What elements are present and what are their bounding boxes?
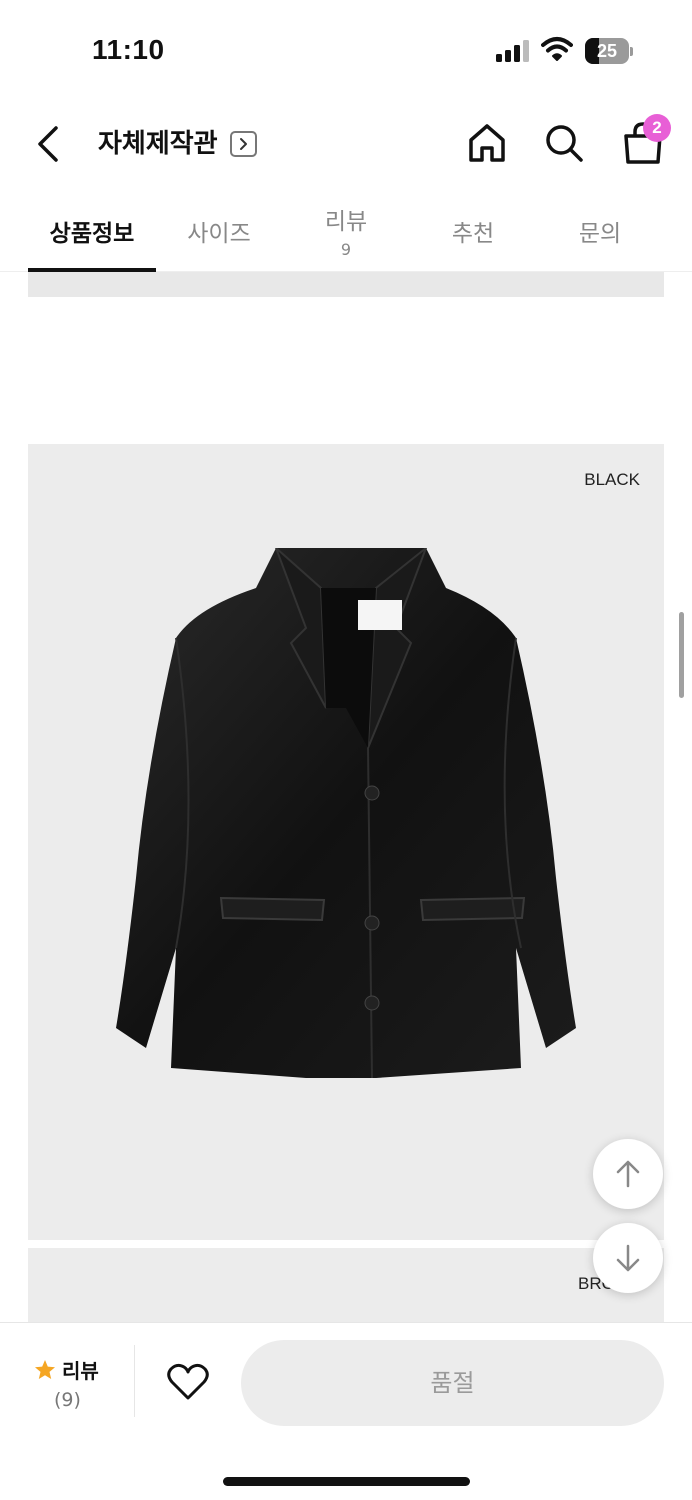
battery-level: 25 <box>596 41 618 61</box>
app-header: 자체제작관 2 <box>0 100 692 188</box>
review-label: 리뷰 <box>62 1359 99 1383</box>
home-indicator <box>223 1477 470 1486</box>
home-icon[interactable] <box>466 122 508 164</box>
arrow-up-icon <box>616 1160 640 1188</box>
bottom-action-bar: 리뷰 (9) 품절 <box>0 1322 692 1500</box>
tab-review-count: 9 <box>340 240 352 259</box>
tab-inquiry[interactable]: 문의 <box>536 188 664 272</box>
search-icon[interactable] <box>543 122 585 164</box>
tab-recommend[interactable]: 추천 <box>409 188 537 272</box>
tab-label: 문의 <box>578 221 622 247</box>
tab-review[interactable]: 리뷰 9 <box>282 188 410 272</box>
status-bar: 11:10 25 <box>0 0 692 100</box>
sold-out-button[interactable]: 품절 <box>241 1340 664 1426</box>
back-arrow-icon[interactable] <box>30 124 66 164</box>
wifi-icon <box>541 37 573 61</box>
heart-icon[interactable] <box>167 1363 209 1401</box>
review-line: 리뷰 <box>34 1355 99 1384</box>
product-detail-content[interactable]: BLACK BRO <box>0 272 692 1322</box>
store-title[interactable]: 자체제작관 <box>98 124 218 164</box>
battery-icon: 25 <box>585 38 633 64</box>
chevron-right-icon[interactable] <box>230 131 257 157</box>
tab-label: 추천 <box>451 221 495 247</box>
status-time: 11:10 <box>92 34 165 65</box>
divider <box>134 1345 135 1417</box>
scroll-to-top-button[interactable] <box>593 1139 663 1209</box>
color-label: BLACK <box>584 470 640 489</box>
arrow-down-icon <box>616 1244 640 1272</box>
signal-icon <box>496 40 532 62</box>
tab-size[interactable]: 사이즈 <box>155 188 283 272</box>
tab-product-info[interactable]: 상품정보 <box>28 188 156 272</box>
tab-label: 사이즈 <box>187 221 251 247</box>
review-count: (9) <box>54 1389 81 1411</box>
scrollbar[interactable] <box>679 612 684 698</box>
star-icon <box>35 1360 55 1379</box>
cart-count-badge: 2 <box>643 114 671 142</box>
product-image-next: BRO <box>28 1248 664 1322</box>
product-tabs: 상품정보 사이즈 리뷰 9 추천 문의 <box>0 188 692 272</box>
scroll-to-bottom-button[interactable] <box>593 1223 663 1293</box>
tab-label: 상품정보 <box>49 221 135 247</box>
product-image-black: BLACK <box>28 444 664 1240</box>
review-summary[interactable]: 리뷰 (9) <box>0 1323 134 1423</box>
previous-image <box>28 272 664 297</box>
tab-label: 리뷰 <box>324 209 368 235</box>
black-leather-jacket-image <box>116 548 576 1079</box>
